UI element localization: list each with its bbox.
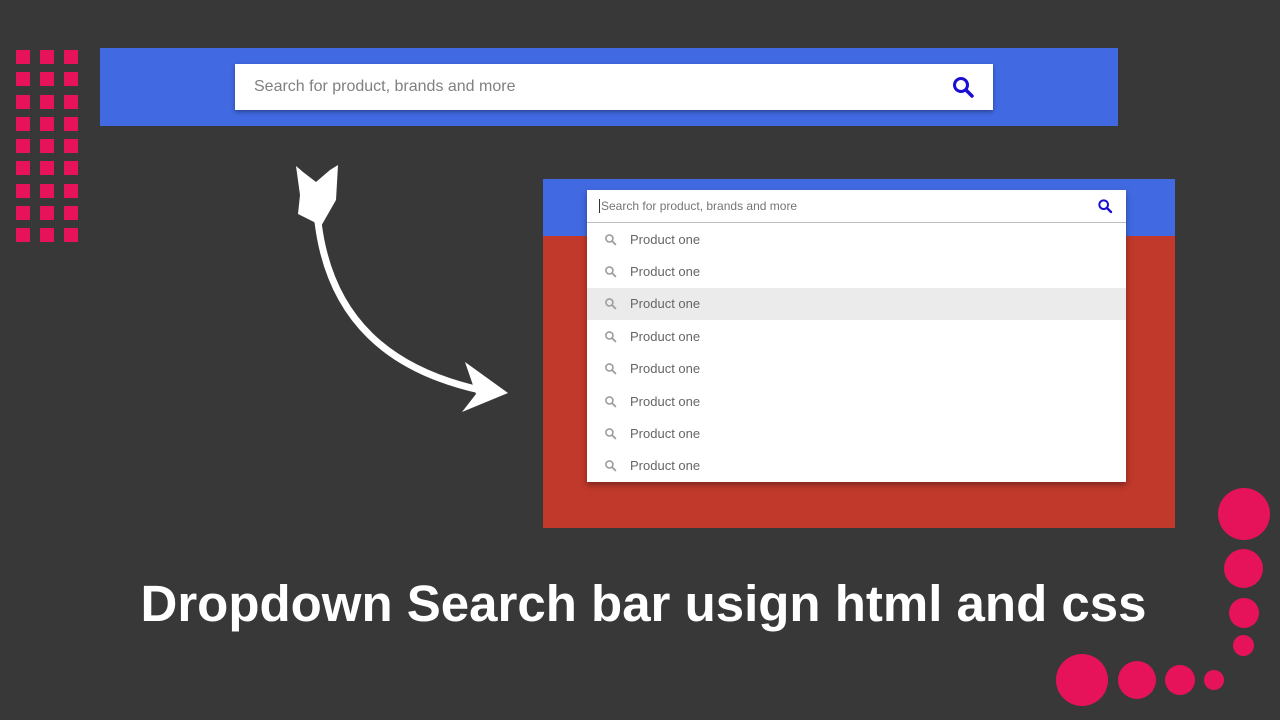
decorative-square [64,206,78,221]
decorative-circle [1118,661,1156,699]
suggestion-label: Product one [630,426,701,442]
search-icon[interactable] [951,75,975,99]
search-icon[interactable] [1097,198,1113,214]
suggestion-label: Product one [630,328,701,344]
decorative-square [16,206,30,221]
decorative-circle [1165,665,1195,695]
search-icon [605,298,617,310]
suggestion-label: Product one [630,458,701,474]
decorative-circle [1218,488,1270,540]
suggestion-item[interactable]: Product one [587,223,1126,255]
curved-arrow-icon [296,165,508,412]
decorative-square [40,94,54,109]
page-title: Dropdown Search bar usign html and css [140,575,1147,632]
decorative-square [16,50,30,64]
dropdown-demo-panel: Search for product, brands and more Prod… [543,179,1175,528]
dropdown-search-bar[interactable]: Search for product, brands and more [587,190,1126,223]
decorative-circle [1229,598,1259,628]
search-icon [605,330,617,343]
decorative-square [40,206,54,221]
decorative-square [64,183,78,198]
top-search-bar[interactable]: Search for product, brands and more [235,64,993,110]
decorative-circle [1224,549,1263,588]
dropdown-search: Search for product, brands and more Prod… [587,190,1126,483]
suggestion-label: Product one [630,296,701,312]
top-search-input[interactable]: Search for product, brands and more [235,78,951,96]
decorative-square [16,94,30,109]
decorative-square [40,183,54,198]
suggestion-item[interactable]: Product one [587,255,1126,287]
suggestion-label: Product one [630,264,701,280]
decorative-square [64,94,78,109]
decorative-circle [1204,670,1224,690]
suggestion-list: Product one Product one Product one Product… [587,223,1126,482]
decorative-square [64,161,78,176]
decorative-square [40,72,54,87]
search-icon [605,233,617,246]
decorative-square [40,139,54,154]
decorative-square [64,116,78,131]
suggestion-item[interactable]: Product one [587,320,1126,352]
decorative-square [64,228,78,243]
decorative-square [40,50,54,64]
decorative-square [16,228,30,243]
decorative-dot-grid [16,50,78,243]
suggestion-item[interactable]: Product one [587,385,1126,417]
suggestion-item[interactable]: Product one [587,450,1126,482]
decorative-square [40,161,54,176]
decorative-square [64,72,78,87]
dropdown-search-input[interactable]: Search for product, brands and more [599,199,1097,213]
search-icon [605,395,617,407]
decorative-circle [1056,654,1108,706]
search-icon [605,363,617,375]
decorative-square [16,139,30,154]
decorative-square [64,139,78,154]
decorative-circle [1233,635,1254,656]
decorative-square [40,228,54,243]
decorative-square [64,50,78,64]
suggestion-item[interactable]: Product one [587,417,1126,449]
decorative-square [16,183,30,198]
decorative-square [40,116,54,131]
suggestion-item[interactable]: Product one [587,287,1126,321]
decorative-square [16,72,30,87]
suggestion-label: Product one [630,361,701,377]
search-icon [605,460,617,472]
search-icon [605,428,617,440]
search-icon [605,266,617,278]
suggestion-label: Product one [630,393,701,409]
suggestion-item[interactable]: Product one [587,353,1126,385]
decorative-square [16,161,30,176]
suggestion-label: Product one [630,231,701,247]
top-search-banner: Search for product, brands and more [100,48,1118,126]
decorative-square [16,116,30,131]
